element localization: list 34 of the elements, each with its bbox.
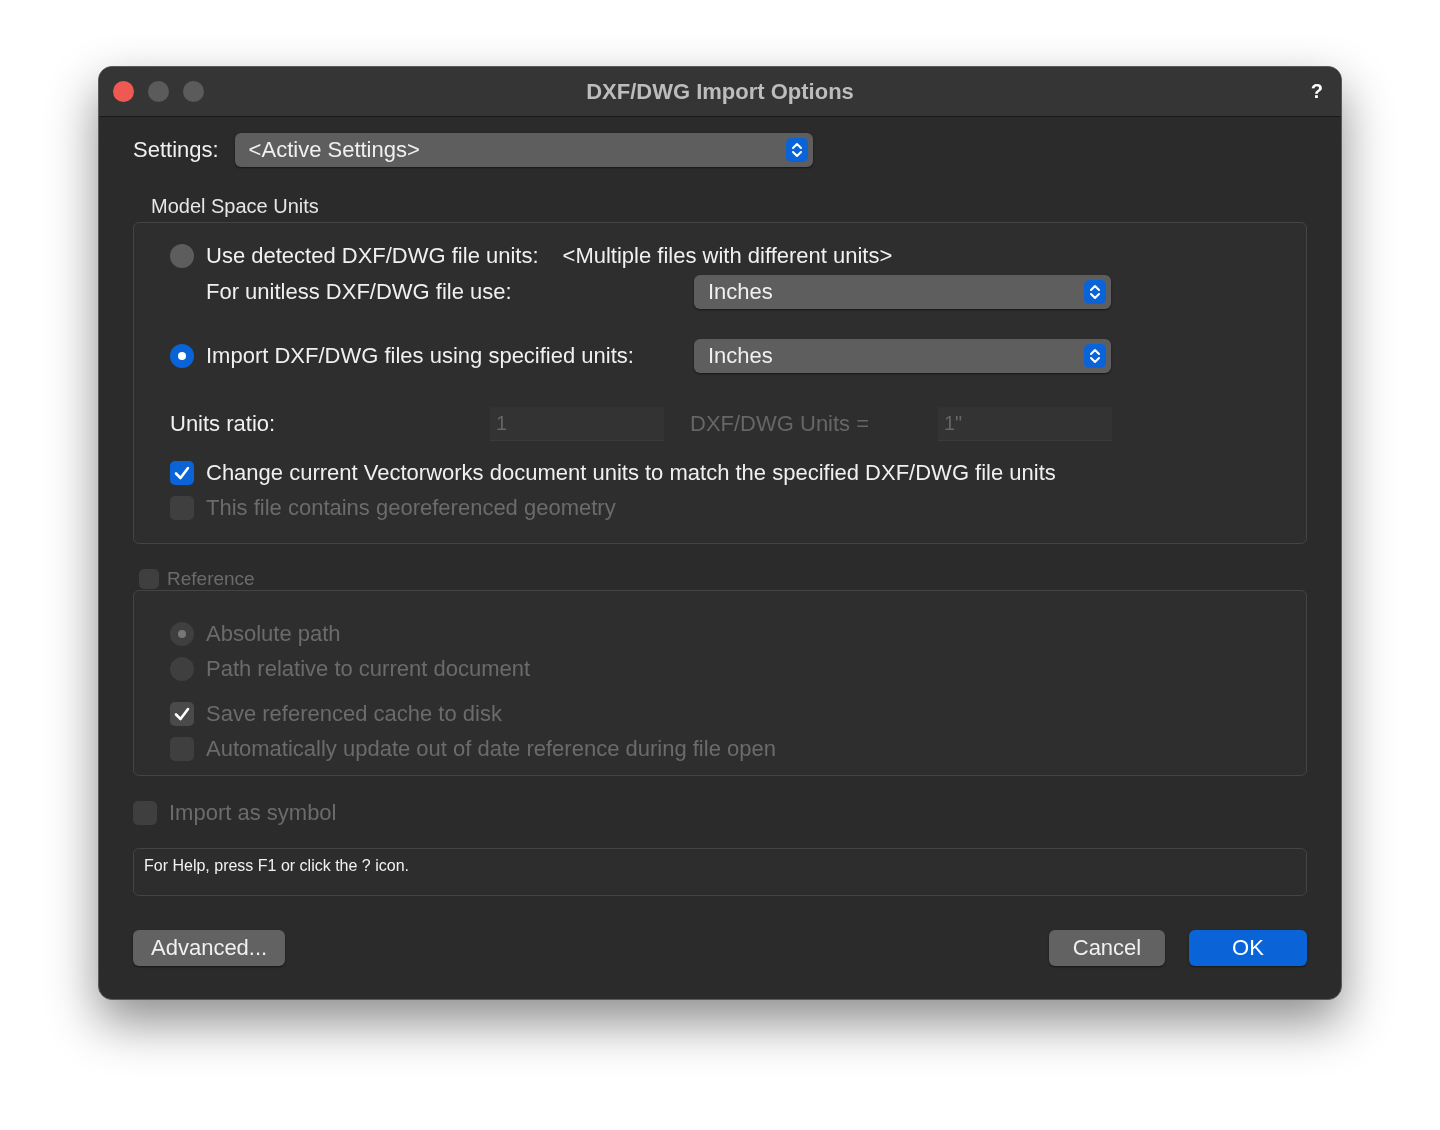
dialog-button[interactable]: OK — [1189, 930, 1307, 966]
radio-label: Use detected DXF/DWG file units: — [206, 243, 539, 269]
chevron-updown-icon — [1084, 280, 1106, 304]
dialog-button[interactable]: Cancel — [1049, 930, 1165, 966]
chevron-updown-icon — [1084, 344, 1106, 368]
radio-label: Absolute path — [206, 620, 341, 647]
radio-label: Path relative to current document — [206, 655, 531, 682]
detected-units-text: <Multiple files with different units> — [562, 243, 893, 269]
unitless-dropdown[interactable]: Inches — [694, 275, 1111, 309]
radio-button[interactable] — [170, 344, 194, 368]
units-ratio-label: Units ratio: — [170, 411, 277, 437]
chevron-updown-icon — [785, 138, 808, 162]
help-text: For Help, press F1 or click the ? icon. — [144, 857, 409, 874]
units-dropdown[interactable]: Inches — [694, 339, 1111, 373]
unitless-label: For unitless DXF/DWG file use: — [206, 279, 513, 305]
help-button[interactable]: ? — [1306, 80, 1327, 103]
checkbox[interactable] — [170, 460, 194, 485]
settings-dropdown[interactable]: <Active Settings> — [234, 133, 813, 167]
checkbox-label: Change current Vectorworks document units to match the specified DXF/DWG file units — [206, 459, 1056, 486]
checkbox-label: Automatically update out of date reference during file open — [206, 735, 776, 762]
group-title: Reference — [167, 568, 255, 590]
checkbox-label: Import as symbol — [169, 800, 337, 826]
window-title: DXF/DWG Import Options — [586, 78, 854, 105]
minimize-button[interactable] — [148, 81, 169, 102]
radio-label: Import DXF/DWG files using specified units: — [206, 343, 635, 369]
dialog-button[interactable]: Advanced... — [133, 930, 286, 966]
group-title: Model Space Units — [151, 195, 320, 218]
radio-button[interactable] — [170, 244, 194, 268]
settings-label: Settings: — [133, 137, 219, 163]
close-button[interactable] — [113, 81, 134, 102]
checkbox-label: This file contains georeferenced geometry — [206, 494, 616, 521]
zoom-button[interactable] — [183, 81, 204, 102]
checkbox-label: Save referenced cache to disk — [206, 700, 502, 727]
units-equals-label: DXF/DWG Units = — [690, 411, 871, 437]
